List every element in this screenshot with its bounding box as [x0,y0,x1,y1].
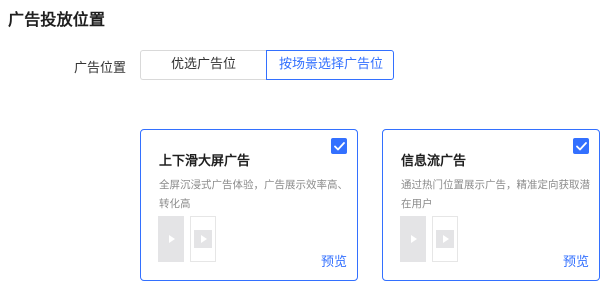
check-icon [333,141,345,150]
video-thumb-inner [436,230,454,248]
video-thumb-small-icon [190,216,216,262]
play-icon [411,235,417,243]
card-title: 上下滑大屏广告 [159,154,251,169]
play-icon [169,235,175,243]
play-icon [201,235,207,243]
preview-link[interactable]: 预览 [321,251,347,270]
placement-segmented-control: 优选广告位 按场景选择广告位 [140,50,394,80]
preview-link[interactable]: 预览 [563,251,589,270]
video-thumb-icon [158,216,184,262]
checkbox-checked[interactable] [573,138,589,154]
card-title: 信息流广告 [401,154,467,169]
option-scene-placement[interactable]: 按场景选择广告位 [266,50,394,80]
card-fullscreen-swipe-ad[interactable]: 上下滑大屏广告 全屏沉浸式广告体验，广告展示效率高、转化高 预览 [140,129,358,281]
video-thumb-small-icon [432,216,458,262]
check-icon [575,141,587,150]
ad-placement-page: 广告投放位置 广告位置 优选广告位 按场景选择广告位 上下滑大屏广告 全屏沉浸式… [0,0,615,289]
checkbox-checked[interactable] [331,138,347,154]
card-feed-ad[interactable]: 信息流广告 通过热门位置展示广告，精准定向获取潜在用户 预览 [382,129,600,281]
section-title: 广告投放位置 [8,10,106,29]
option-optimized-placement[interactable]: 优选广告位 [140,50,266,80]
video-thumbnails [158,216,218,274]
video-thumbnails [400,216,460,274]
video-thumb-icon [400,216,426,262]
play-icon [443,235,449,243]
placement-label: 广告位置 [74,61,127,76]
card-description: 全屏沉浸式广告体验，广告展示效率高、转化高 [159,179,348,210]
video-thumb-inner [194,230,212,248]
card-description: 通过热门位置展示广告，精准定向获取潜在用户 [401,179,590,210]
